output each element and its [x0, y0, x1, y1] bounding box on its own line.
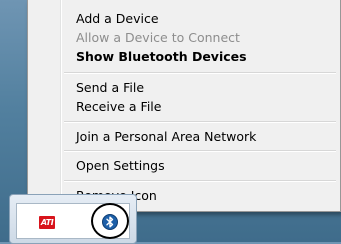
- menu-icon-gutter: [28, 0, 60, 211]
- menu-item-open-settings[interactable]: Open Settings: [76, 157, 165, 175]
- menu-item-join-personal-area-network[interactable]: Join a Personal Area Network: [76, 128, 256, 146]
- menu-item-allow-device-to-connect: Allow a Device to Connect: [76, 30, 240, 45]
- menu-item-send-file[interactable]: Send a File: [76, 79, 144, 97]
- menu-separator: [64, 121, 336, 123]
- menu-separator: [64, 150, 336, 152]
- menu-item-receive-file[interactable]: Receive a File: [76, 98, 161, 116]
- gutter-divider-highlight: [61, 0, 62, 211]
- menu-item-show-bluetooth-devices[interactable]: Show Bluetooth Devices: [76, 48, 247, 66]
- ati-icon[interactable]: ATI: [39, 216, 55, 229]
- menu-separator: [64, 72, 336, 74]
- menu-separator: [64, 180, 336, 182]
- bluetooth-icon-highlight-circle: [91, 203, 129, 239]
- ati-icon-text: ATI: [40, 218, 54, 227]
- menu-item-add-device[interactable]: Add a Device: [76, 10, 159, 28]
- bluetooth-context-menu: Add a Device Allow a Device to Connect S…: [27, 0, 341, 212]
